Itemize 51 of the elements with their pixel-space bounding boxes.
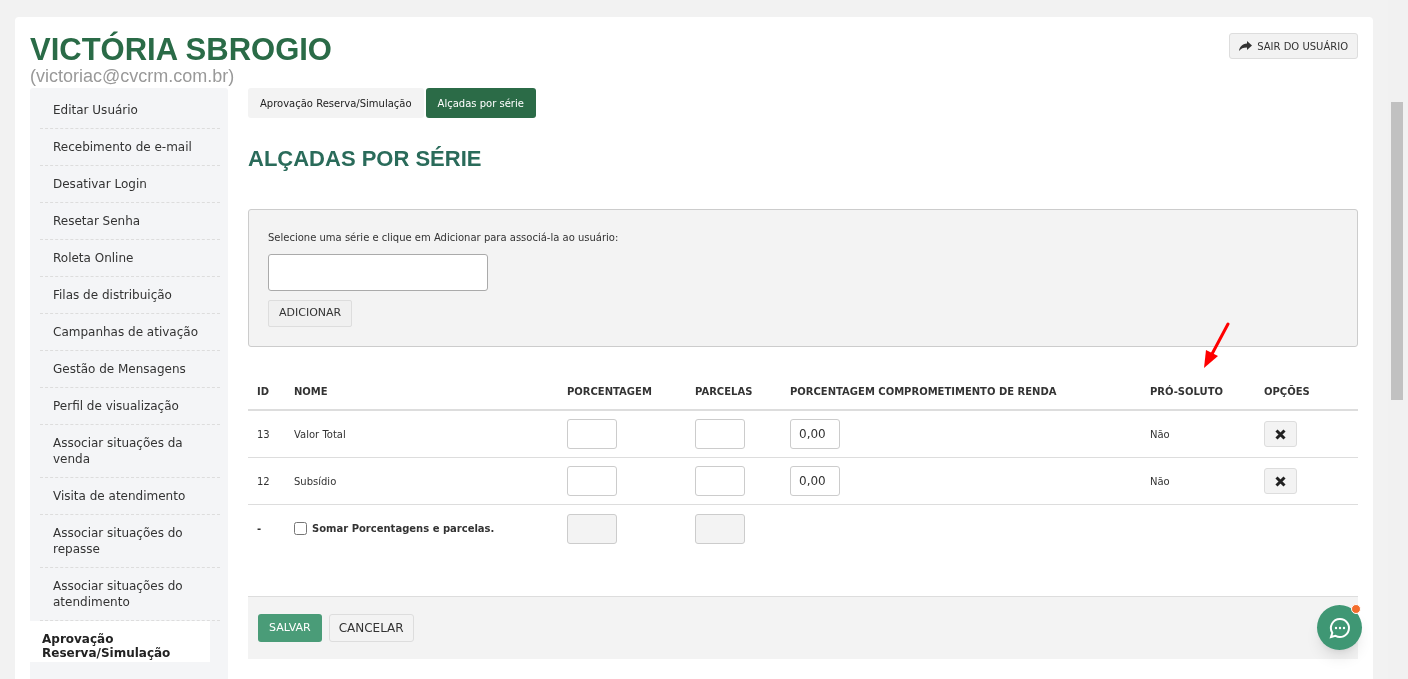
- column-header: PARCELAS: [695, 384, 754, 399]
- sidebar-item[interactable]: Editar Usuário: [40, 92, 220, 129]
- sidebar-item[interactable]: Visita de atendimento: [40, 478, 220, 515]
- checkbox-label: Somar Porcentagens e parcelas.: [312, 522, 495, 536]
- sidebar-item[interactable]: Recebimento de e-mail: [40, 129, 220, 166]
- series-field[interactable]: [268, 254, 488, 291]
- user-name: VICTÓRIA SBROGIO: [30, 33, 332, 67]
- logout-button[interactable]: SAIR DO USUÁRIO: [1229, 33, 1358, 59]
- sidebar-item[interactable]: Filas de distribuição: [40, 277, 220, 314]
- delete-button[interactable]: [1264, 421, 1297, 447]
- column-header: PORCENTAGEM: [567, 384, 653, 399]
- sidebar-item[interactable]: Associar situações do repasse: [40, 515, 220, 568]
- tab[interactable]: Aprovação Reserva/Simulação: [248, 88, 424, 118]
- sidebar-item[interactable]: Campanhas de ativação: [40, 314, 220, 351]
- instruction-text: Selecione uma série e clique em Adicionar para associá-la ao usuário:: [268, 231, 620, 245]
- sidebar-item[interactable]: Roleta Online: [40, 240, 220, 277]
- table-cell-text: Não: [1150, 427, 1171, 442]
- table-cell-text: -: [257, 522, 263, 536]
- number-field[interactable]: [567, 419, 617, 449]
- table-cell-text: Valor Total: [294, 427, 347, 442]
- chat-bubble-icon: [1327, 615, 1352, 640]
- table-cell-text: Não: [1150, 474, 1171, 489]
- table-cell-text: 12: [257, 474, 271, 489]
- sidebar-item[interactable]: Associar situações da venda: [40, 425, 220, 478]
- number-field[interactable]: [695, 466, 745, 496]
- page-heading: ALÇADAS POR SÉRIE: [248, 145, 483, 173]
- sidebar-item[interactable]: Perfil de visualização: [40, 388, 220, 425]
- column-header: PRÓ-SOLUTO: [1150, 384, 1225, 399]
- add-button[interactable]: ADICIONAR: [268, 300, 353, 327]
- number-field[interactable]: [567, 466, 617, 496]
- sidebar-item[interactable]: Desativar Login: [40, 166, 220, 203]
- close-icon: [1275, 475, 1286, 487]
- number-field[interactable]: 0,00: [790, 419, 840, 449]
- sidebar-item[interactable]: Resetar Senha: [40, 203, 220, 240]
- column-header: OPÇÕES: [1264, 384, 1311, 399]
- close-icon: [1275, 428, 1286, 440]
- share-arrow-icon: [1239, 41, 1253, 51]
- table-cell-text: 13: [257, 427, 271, 442]
- column-header: ID: [257, 384, 271, 399]
- column-header: PORCENTAGEM COMPROMETIMENTO DE RENDA: [790, 384, 1058, 399]
- table-cell-text: Subsídio: [294, 474, 338, 489]
- column-header: NOME: [294, 384, 329, 399]
- sum-checkbox[interactable]: [294, 522, 307, 535]
- number-field[interactable]: [695, 419, 745, 449]
- delete-button[interactable]: [1264, 468, 1297, 494]
- number-field[interactable]: 0,00: [790, 466, 840, 496]
- cancel-button[interactable]: CANCELAR: [328, 614, 414, 642]
- user-email: (victoriac@cvcrm.com.br): [30, 67, 236, 85]
- sidebar-item[interactable]: Gestão de Mensagens: [40, 351, 220, 388]
- tab[interactable]: Alçadas por série: [425, 88, 536, 118]
- sidebar-item[interactable]: Aprovação Reserva/Simulação: [30, 621, 210, 662]
